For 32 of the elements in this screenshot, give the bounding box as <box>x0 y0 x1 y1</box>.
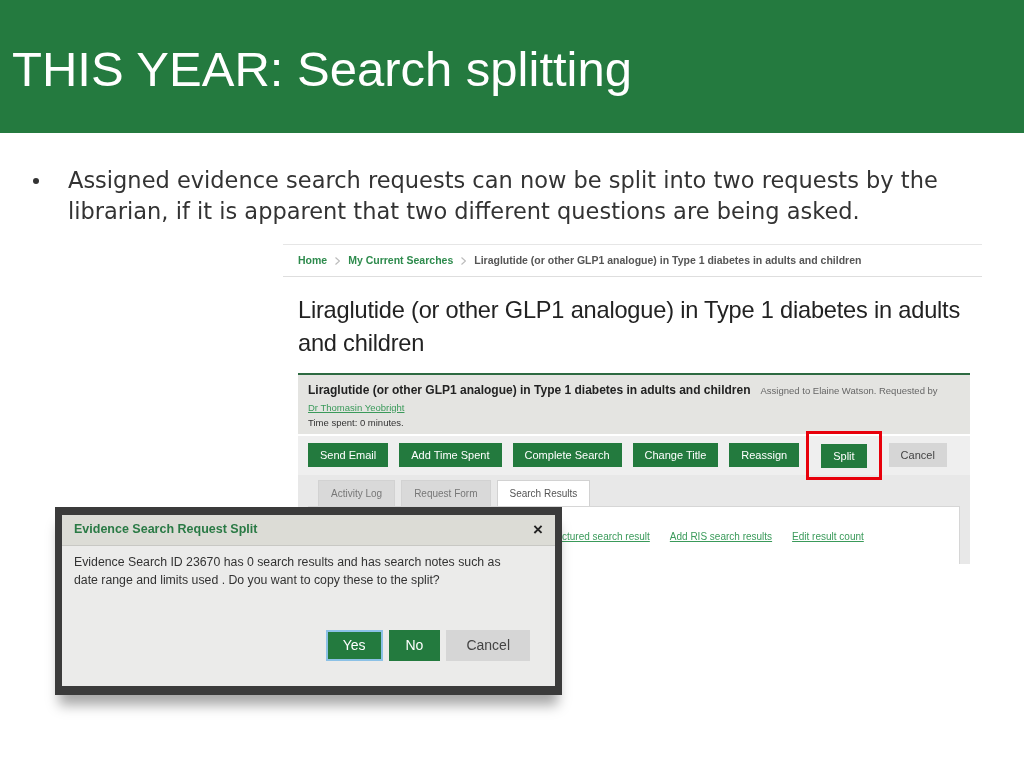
chevron-icon <box>335 256 341 265</box>
action-button[interactable]: Change Title <box>632 443 719 468</box>
action-link[interactable]: Edit result count <box>792 528 864 544</box>
dialog-button[interactable]: Cancel <box>446 630 530 661</box>
action-button[interactable]: Split <box>821 443 867 468</box>
action-button[interactable]: Reassign <box>729 443 800 468</box>
action-button[interactable]: Cancel <box>888 443 947 468</box>
action-link[interactable]: ctured search result <box>562 528 650 544</box>
dialog-button[interactable]: No <box>388 630 441 661</box>
requester-link[interactable]: Dr Thomasin Yeobright <box>308 400 405 414</box>
breadcrumb-link[interactable]: My Current Searches <box>348 253 454 269</box>
action-button[interactable]: Add Time Spent <box>399 443 502 468</box>
tab[interactable]: Activity Log <box>318 479 396 506</box>
dialog-message: Evidence Search ID 23670 has 0 search results and has search notes such as date range and limits used . Do you want to copy these to the split? <box>73 553 502 589</box>
slide-title: THIS YEAR: Search splitting <box>12 42 632 97</box>
tab[interactable]: Request Form <box>401 479 491 506</box>
tab[interactable]: Search Results <box>496 479 591 506</box>
breadcrumb-link[interactable]: Home <box>298 253 328 269</box>
page-heading: Liraglutide (or other GLP1 analogue) in Type 1 diabetes in adults and children <box>298 295 962 358</box>
action-link[interactable]: Add RIS search results <box>669 528 773 544</box>
action-button[interactable]: Complete Search <box>512 443 622 468</box>
time-spent-text: Time spent: 0 minutes. <box>308 416 404 428</box>
close-button[interactable]: × <box>533 520 543 538</box>
bullet-text: Assigned evidence search requests can now be split into two requests by the librarian, if it is apparent that two different questions are being asked. <box>68 166 939 226</box>
breadcrumb-current: Liraglutide (or other GLP1 analogue) in Type 1 diabetes in adults and children <box>474 253 862 268</box>
chevron-icon <box>461 256 467 265</box>
bullet-icon <box>33 178 39 184</box>
action-button[interactable]: Send Email <box>308 443 389 468</box>
assignment-text: Assigned to Elaine Watson. Requested by <box>760 384 938 396</box>
dialog-title: Evidence Search Request Split <box>74 521 258 538</box>
request-title: Liraglutide (or other GLP1 analogue) in Type 1 diabetes in adults and children <box>308 382 751 397</box>
dialog-button[interactable]: Yes <box>325 630 383 661</box>
